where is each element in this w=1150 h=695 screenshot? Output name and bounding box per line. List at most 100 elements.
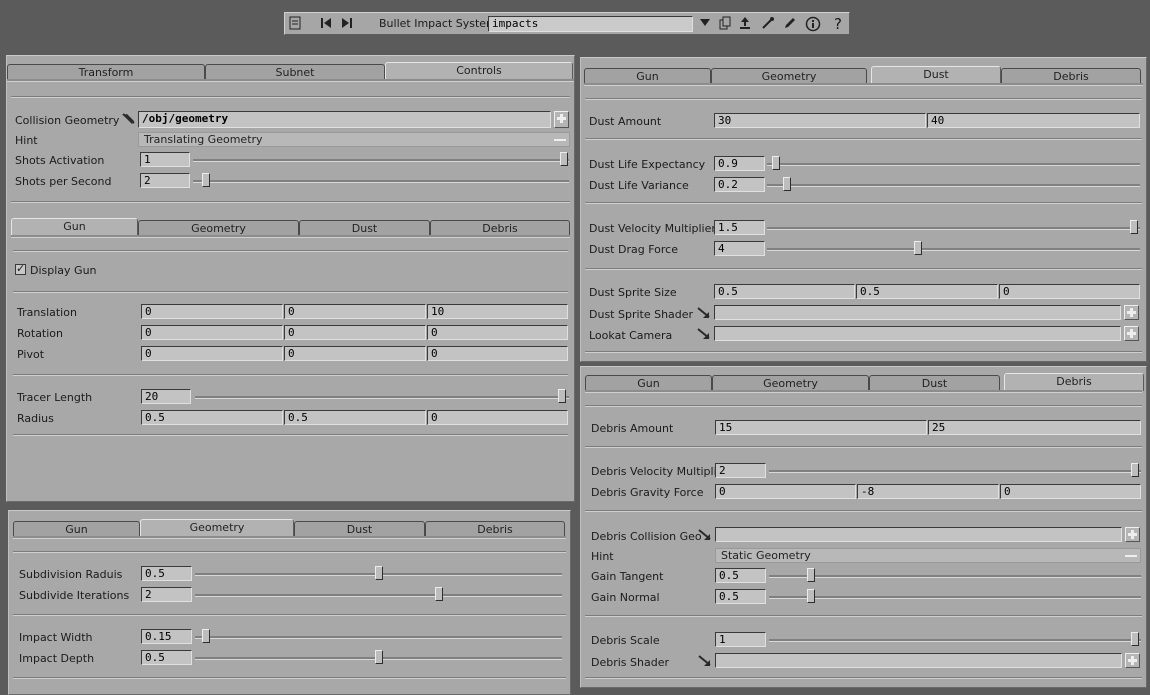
dust-sprite-size-x-input[interactable]: 0.5 bbox=[714, 284, 855, 299]
debris-gravity-z-input[interactable]: 0 bbox=[1000, 484, 1141, 499]
tab-debris[interactable]: Debris bbox=[1001, 68, 1141, 83]
debris-scale-track[interactable] bbox=[769, 639, 1141, 642]
debris-amount-max-input[interactable]: 25 bbox=[928, 420, 1141, 435]
display-gun-checkbox[interactable]: ✓ bbox=[15, 262, 26, 275]
debris-gravity-x-input[interactable]: 0 bbox=[715, 484, 856, 499]
tab-debris[interactable]: Debris bbox=[425, 521, 565, 536]
node-pick-arrow-icon[interactable] bbox=[697, 307, 711, 319]
node-name-input[interactable]: impacts bbox=[488, 16, 693, 32]
tracer-length-input[interactable]: 20 bbox=[141, 389, 191, 404]
dust-drag-force-input[interactable]: 4 bbox=[714, 241, 765, 256]
debris-scale-input[interactable]: 1 bbox=[715, 632, 766, 647]
gain-normal-track[interactable] bbox=[769, 596, 1141, 599]
help-icon[interactable]: ? bbox=[830, 16, 846, 32]
impact-width-slider[interactable] bbox=[202, 629, 210, 643]
tab-geometry[interactable]: Geometry bbox=[138, 220, 299, 235]
network-icon[interactable] bbox=[287, 16, 303, 32]
debris-collision-geo-input[interactable] bbox=[715, 527, 1122, 542]
lookat-camera-input[interactable] bbox=[714, 326, 1121, 341]
debris-shader-input[interactable] bbox=[715, 653, 1122, 668]
shots-activation-track[interactable] bbox=[193, 159, 569, 162]
last-icon[interactable] bbox=[339, 16, 355, 32]
node-pick-arrow-icon[interactable] bbox=[698, 529, 712, 541]
upload-icon[interactable] bbox=[737, 16, 753, 32]
debris-hint-menu[interactable]: Static Geometry bbox=[715, 548, 1141, 563]
debris-velocity-multiplier-input[interactable]: 2 bbox=[715, 463, 766, 478]
tab-debris[interactable]: Debris bbox=[430, 220, 570, 235]
dust-sprite-shader-input[interactable] bbox=[714, 305, 1121, 320]
pivot-z-input[interactable]: 0 bbox=[427, 346, 568, 361]
tab-transform[interactable]: Transform bbox=[7, 64, 205, 79]
impact-width-track[interactable] bbox=[195, 636, 562, 639]
node-pick-arrow-icon[interactable] bbox=[698, 655, 712, 667]
dust-life-variance-slider[interactable] bbox=[783, 177, 791, 191]
pivot-y-input[interactable]: 0 bbox=[284, 346, 426, 361]
first-icon[interactable] bbox=[318, 16, 334, 32]
debris-gravity-y-input[interactable]: -8 bbox=[857, 484, 999, 499]
dust-drag-force-slider[interactable] bbox=[914, 241, 922, 255]
tab-gun[interactable]: Gun bbox=[13, 521, 140, 536]
dust-life-expectancy-input[interactable]: 0.9 bbox=[714, 156, 765, 171]
radius-x-input[interactable]: 0.5 bbox=[141, 410, 283, 425]
dust-life-variance-input[interactable]: 0.2 bbox=[714, 177, 765, 192]
tab-dust[interactable]: Dust bbox=[869, 375, 1000, 390]
add-icon[interactable] bbox=[1124, 326, 1139, 341]
shots-activation-slider[interactable] bbox=[560, 152, 568, 166]
dust-amount-min-input[interactable]: 30 bbox=[714, 113, 926, 128]
subdivide-iterations-track[interactable] bbox=[195, 594, 562, 597]
tab-geometry[interactable]: Geometry bbox=[711, 68, 867, 83]
radius-y-input[interactable]: 0.5 bbox=[284, 410, 426, 425]
debris-velocity-multiplier-track[interactable] bbox=[769, 470, 1141, 473]
subdivision-radius-input[interactable]: 0.5 bbox=[141, 566, 192, 581]
dust-life-variance-track[interactable] bbox=[767, 184, 1140, 187]
shots-per-second-track[interactable] bbox=[193, 180, 569, 183]
tab-dust[interactable]: Dust bbox=[871, 66, 1001, 84]
tab-geometry[interactable]: Geometry bbox=[140, 519, 294, 537]
add-icon[interactable] bbox=[1124, 305, 1139, 320]
tab-dust[interactable]: Dust bbox=[299, 220, 430, 235]
collision-geometry-input[interactable]: /obj/geometry bbox=[138, 111, 551, 128]
tab-gun[interactable]: Gun bbox=[584, 68, 711, 83]
gain-normal-input[interactable]: 0.5 bbox=[715, 589, 766, 604]
translation-y-input[interactable]: 0 bbox=[284, 304, 426, 319]
radius-z-input[interactable]: 0 bbox=[427, 410, 568, 425]
gain-normal-slider[interactable] bbox=[807, 589, 815, 603]
impact-depth-input[interactable]: 0.5 bbox=[141, 650, 192, 665]
dust-drag-force-track[interactable] bbox=[767, 248, 1140, 251]
info-icon[interactable] bbox=[805, 16, 821, 32]
node-pick-arrow-icon[interactable] bbox=[697, 328, 711, 340]
translation-x-input[interactable]: 0 bbox=[141, 304, 283, 319]
node-pick-arrow-icon[interactable] bbox=[122, 113, 136, 125]
tab-geometry[interactable]: Geometry bbox=[712, 375, 869, 390]
tab-gun[interactable]: Gun bbox=[585, 375, 712, 390]
tracer-length-track[interactable] bbox=[195, 396, 569, 399]
tab-dust[interactable]: Dust bbox=[294, 521, 425, 536]
impact-width-input[interactable]: 0.15 bbox=[141, 629, 192, 644]
tracer-length-slider[interactable] bbox=[558, 389, 566, 403]
dust-amount-max-input[interactable]: 40 bbox=[927, 113, 1140, 128]
dust-life-expectancy-track[interactable] bbox=[767, 163, 1140, 166]
debris-velocity-multiplier-slider[interactable] bbox=[1131, 463, 1139, 477]
shots-per-second-slider[interactable] bbox=[202, 173, 210, 187]
add-icon[interactable] bbox=[554, 111, 569, 128]
pivot-x-input[interactable]: 0 bbox=[141, 346, 283, 361]
subdivide-iterations-input[interactable]: 2 bbox=[141, 587, 192, 602]
add-icon[interactable] bbox=[1125, 527, 1140, 542]
tab-subnet[interactable]: Subnet bbox=[205, 64, 385, 79]
dust-velocity-multiplier-track[interactable] bbox=[767, 227, 1140, 230]
rotation-x-input[interactable]: 0 bbox=[141, 325, 283, 340]
copy-icon[interactable] bbox=[717, 16, 733, 32]
pipette-icon[interactable] bbox=[760, 16, 776, 32]
debris-scale-slider[interactable] bbox=[1131, 632, 1139, 646]
dust-life-expectancy-slider[interactable] bbox=[772, 156, 780, 170]
shots-activation-input[interactable]: 1 bbox=[140, 152, 190, 167]
translation-z-input[interactable]: 10 bbox=[427, 304, 568, 319]
gain-tangent-input[interactable]: 0.5 bbox=[715, 568, 766, 583]
shots-per-second-input[interactable]: 2 bbox=[140, 173, 190, 188]
dust-velocity-multiplier-input[interactable]: 1.5 bbox=[714, 220, 765, 235]
dropdown-icon[interactable] bbox=[697, 16, 713, 32]
dust-velocity-multiplier-slider[interactable] bbox=[1130, 220, 1138, 234]
tab-controls[interactable]: Controls bbox=[385, 62, 573, 80]
dust-sprite-size-z-input[interactable]: 0 bbox=[999, 284, 1140, 299]
tab-gun[interactable]: Gun bbox=[11, 218, 138, 236]
